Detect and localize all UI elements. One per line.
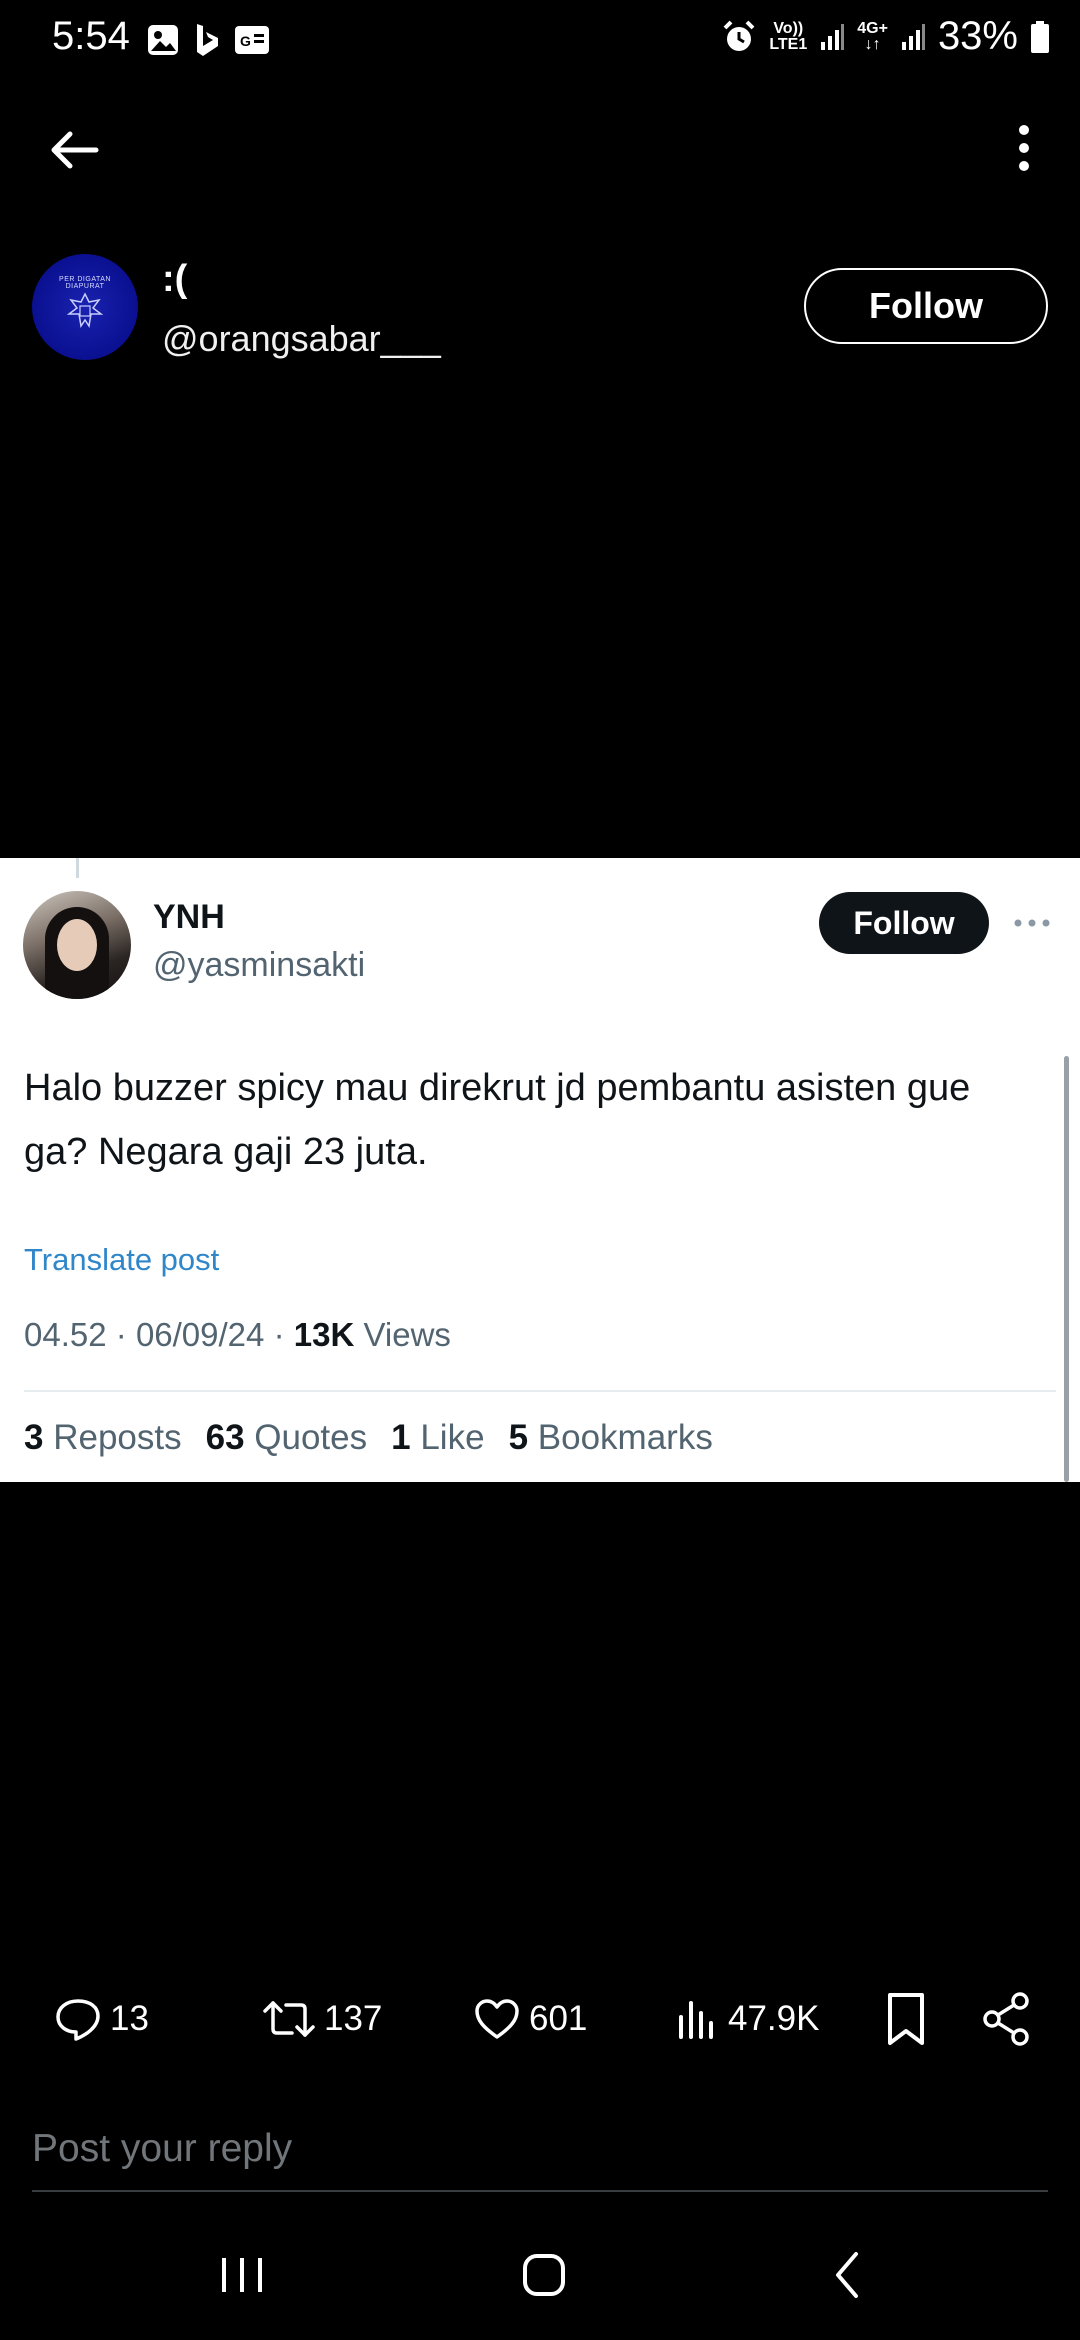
quoted-author-avatar[interactable] <box>23 891 131 999</box>
like-action[interactable]: 601 <box>473 1984 587 2054</box>
reply-underline <box>32 2190 1048 2192</box>
recent-apps-icon[interactable] <box>182 2240 302 2310</box>
post-date: 06/09/24 <box>135 1316 265 1353</box>
signal-1-icon <box>821 23 845 50</box>
analytics-icon <box>679 2001 713 2039</box>
card-divider <box>24 1390 1056 1392</box>
post-views-label: Views <box>363 1316 451 1353</box>
quoted-more-icon[interactable] <box>1010 908 1054 938</box>
quoted-author-handle[interactable]: @yasminsakti <box>153 946 365 985</box>
svg-text:G: G <box>240 33 251 49</box>
back-arrow-icon[interactable] <box>46 120 106 180</box>
stat-reposts[interactable]: 3 Reposts <box>24 1418 182 1458</box>
author-display-name[interactable]: :( <box>162 258 187 301</box>
quoted-follow-button[interactable]: Follow <box>819 892 989 954</box>
more-options-icon[interactable] <box>1004 118 1044 178</box>
battery-icon <box>1031 20 1049 53</box>
author-follow-button[interactable]: Follow <box>804 268 1048 344</box>
post-text: Halo buzzer spicy mau direkrut jd pemban… <box>24 1067 971 1173</box>
post-views-count: 13K <box>293 1316 355 1353</box>
reply-count: 13 <box>110 1999 149 2038</box>
status-system-icons: Vo)) LTE1 4G+ ↓↑ 33% <box>721 14 1050 59</box>
network-type-indicator: 4G+ ↓↑ <box>857 19 888 53</box>
nav-back-icon[interactable] <box>786 2240 906 2310</box>
stat-likes[interactable]: 1 Like <box>391 1418 484 1458</box>
post-action-bar: 13 137 601 47.9K <box>0 1984 1080 2054</box>
translate-post-link[interactable]: Translate post <box>24 1242 219 1278</box>
home-icon[interactable] <box>484 2240 604 2310</box>
post-meta: 04.52 · 06/09/24 · 13K Views <box>24 1316 451 1354</box>
post-time: 04.52 <box>24 1316 107 1353</box>
avatar-caption: PER DIGATAN DIAPURAT <box>59 276 111 290</box>
reply-action[interactable]: 13 <box>54 1984 149 2054</box>
reply-icon <box>56 1999 100 2041</box>
meta-separator: · <box>115 1316 127 1353</box>
quoted-author-name[interactable]: YNH <box>153 898 225 937</box>
views-action[interactable]: 47.9K <box>676 1984 819 2054</box>
news-notification-icon: G <box>235 26 269 54</box>
post-stats: 3 Reposts 63 Quotes 1 Like 5 Bookmarks <box>24 1418 713 1458</box>
bing-notification-icon <box>197 24 218 56</box>
volte-indicator: Vo)) LTE1 <box>769 19 808 53</box>
signal-2-icon <box>901 23 925 50</box>
reply-input[interactable] <box>32 2118 1048 2180</box>
gallery-notification-icon <box>148 25 178 55</box>
heart-icon <box>475 1999 519 2039</box>
like-count: 601 <box>529 1999 588 2038</box>
status-time: 5:54 <box>52 14 130 58</box>
bookmark-icon[interactable] <box>884 1984 928 2054</box>
author-avatar[interactable]: PER DIGATAN DIAPURAT <box>32 254 138 360</box>
meta-separator: · <box>273 1316 285 1353</box>
share-icon[interactable] <box>982 1984 1032 2054</box>
repost-action[interactable]: 137 <box>262 1984 382 2054</box>
garuda-emblem-icon <box>66 292 104 328</box>
repost-count: 137 <box>324 1999 383 2038</box>
thread-connector-line <box>76 858 79 878</box>
card-scrollbar[interactable] <box>1064 1056 1069 1482</box>
repost-icon <box>263 2001 315 2037</box>
stat-quotes[interactable]: 63 Quotes <box>206 1418 368 1458</box>
battery-percent: 33% <box>937 14 1018 58</box>
views-count: 47.9K <box>728 1999 820 2038</box>
stat-bookmarks[interactable]: 5 Bookmarks <box>509 1418 713 1458</box>
status-notification-icons: G <box>146 22 270 58</box>
author-handle[interactable]: @orangsabar___ <box>162 318 441 360</box>
alarm-icon <box>723 20 755 51</box>
